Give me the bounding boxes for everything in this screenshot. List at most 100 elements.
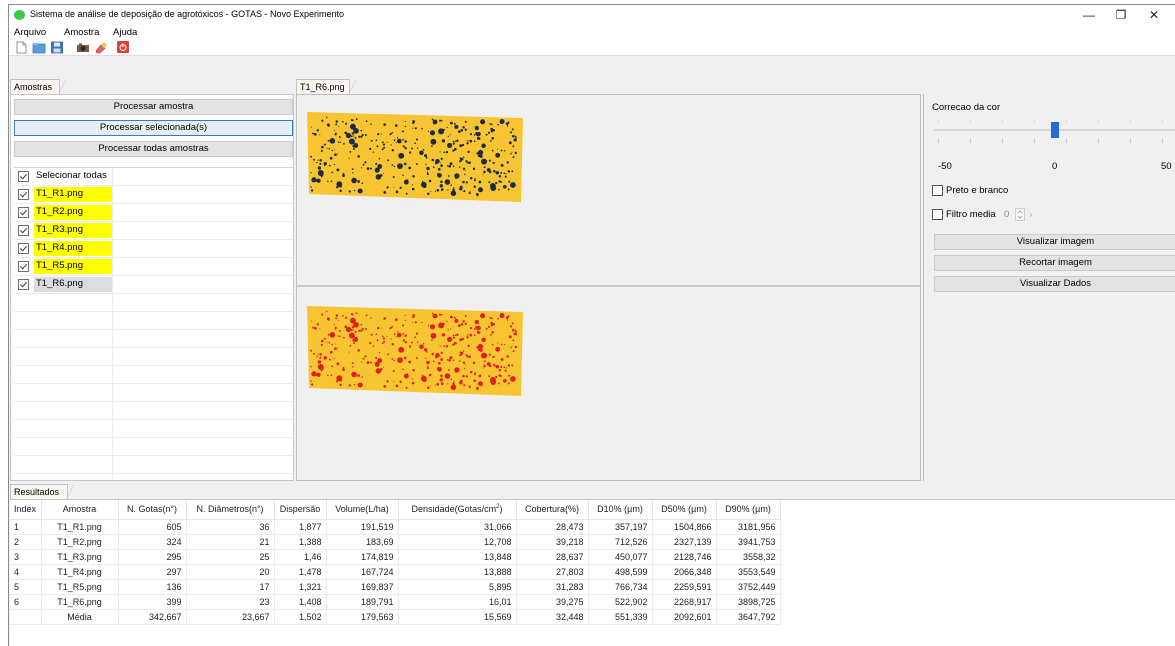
droplet-mark [408,151,412,154]
slider-tick [970,119,971,123]
droplet-mark [317,170,324,176]
sample-checkbox[interactable] [18,243,29,254]
sample-checkbox[interactable] [18,279,29,290]
droplet-mark [428,179,432,183]
droplet-mark [370,317,372,319]
header-volume[interactable]: Volume(L/ha) [326,500,399,520]
view-image-button[interactable]: Visualizar imagem [934,234,1175,250]
droplet-mark [403,356,407,360]
menu-amostra[interactable]: Amostra [64,27,99,38]
power-icon[interactable] [116,41,130,54]
droplet-mark [310,186,312,188]
droplet-mark [493,187,496,190]
list-item[interactable]: T1_R2.png [14,204,293,222]
header-diameters[interactable]: N. Diâmetros(n°) [186,500,275,520]
droplet-mark [443,345,446,348]
droplet-mark [468,161,471,164]
droplet-mark [338,319,340,322]
droplet-mark [389,133,392,136]
empty-list-row [14,330,293,348]
table-row[interactable]: 4 T1_R4.png 297 20 1,478 167,724 13,888 … [10,564,781,580]
select-all-row[interactable]: Selecionar todas [14,168,293,186]
table-row[interactable]: 1 T1_R1.png 605 36 1,877 191,519 31,066 … [10,519,781,535]
droplet-mark [393,333,396,336]
eraser-icon[interactable] [94,41,108,54]
list-item[interactable]: T1_R4.png [14,240,293,258]
droplet-mark [452,336,455,339]
cell-coverage: 31,283 [516,579,589,595]
droplet-mark [351,313,354,316]
header-index[interactable]: Index [10,500,42,520]
median-filter-value[interactable]: 0 [1004,209,1009,220]
sample-checkbox[interactable] [18,189,29,200]
table-row[interactable]: 3 T1_R3.png 295 25 1,46 174,819 13,848 2… [10,549,781,565]
droplet-mark [345,132,352,139]
save-icon[interactable] [50,41,64,54]
median-filter-checkbox[interactable] [932,209,943,220]
droplet-mark [319,162,322,165]
maximize-button[interactable]: ❐ [1106,6,1136,24]
open-folder-icon[interactable] [32,41,46,54]
droplet-mark [487,131,491,134]
droplet-mark [317,159,319,161]
camera-icon[interactable] [76,41,90,54]
droplet-mark [391,149,395,152]
slider-thumb[interactable] [1051,122,1059,138]
color-correction-label: Correcao da cor [932,102,1001,113]
process-all-button[interactable]: Processar todas amostras [14,141,293,157]
menu-ajuda[interactable]: Ajuda [113,27,137,38]
table-row-average[interactable]: Média 342,667 23,667 1,502 179,563 15,56… [10,609,781,625]
header-sample[interactable]: Amostra [41,500,119,520]
droplet-mark [362,163,365,166]
tab-resultados[interactable]: Resultados [10,484,74,500]
list-item[interactable]: T1_R6.png [14,276,293,294]
process-sample-button[interactable]: Processar amostra [14,99,293,115]
header-density[interactable]: Densidade(Gotas/cm2) [398,500,517,520]
select-all-checkbox[interactable] [18,171,29,182]
median-filter-stepper[interactable] [1015,208,1037,221]
droplet-mark [473,328,476,330]
droplet-mark [420,375,427,382]
droplet-mark [360,329,363,332]
crop-image-button[interactable]: Recortar imagem [934,255,1175,271]
droplet-mark [335,314,339,317]
cell-index: 5 [10,579,42,595]
droplet-mark [327,123,330,127]
table-row[interactable]: 2 T1_R2.png 324 21 1,388 183,69 12,708 3… [10,534,781,550]
list-item[interactable]: T1_R3.png [14,222,293,240]
minimize-button[interactable]: — [1074,6,1104,24]
droplet-mark [469,132,473,136]
table-row[interactable]: 6 T1_R6.png 399 23 1,408 189,791 16,01 3… [10,594,781,610]
droplet-mark [351,362,354,365]
list-item[interactable]: T1_R1.png [14,186,293,204]
header-coverage[interactable]: Cobertura(%) [516,500,589,520]
droplet-mark [378,351,381,354]
droplet-mark [369,341,372,345]
header-d90[interactable]: D90% (µm) [716,500,781,520]
droplet-mark [323,337,326,340]
tab-amostras[interactable]: Amostras [10,79,66,95]
droplet-mark [476,136,480,140]
droplet-mark [377,327,380,330]
black-white-checkbox[interactable] [932,185,943,196]
view-data-button[interactable]: Visualizar Dados [934,276,1175,292]
sample-checkbox[interactable] [18,225,29,236]
sample-checkbox[interactable] [18,261,29,272]
droplet-mark [431,145,433,147]
list-item[interactable]: T1_R5.png [14,258,293,276]
header-d10[interactable]: D10% (µm) [588,500,653,520]
droplet-mark [311,177,317,183]
table-row[interactable]: 5 T1_R5.png 136 17 1,321 169,837 5,895 3… [10,579,781,595]
close-button[interactable]: ✕ [1139,6,1169,24]
sample-checkbox[interactable] [18,207,29,218]
menu-arquivo[interactable]: Arquivo [14,27,46,38]
header-drops[interactable]: N. Gotas(n°) [118,500,187,520]
header-dispersion[interactable]: Dispersão [274,500,327,520]
droplet-mark [438,322,445,329]
header-d50[interactable]: D50% (µm) [652,500,717,520]
droplet-mark [319,159,322,162]
tab-current-image[interactable]: T1_R6.png [296,79,356,95]
droplet-mark [513,138,517,142]
new-file-icon[interactable] [14,41,28,54]
process-selected-button[interactable]: Processar selecionada(s) [14,120,293,136]
